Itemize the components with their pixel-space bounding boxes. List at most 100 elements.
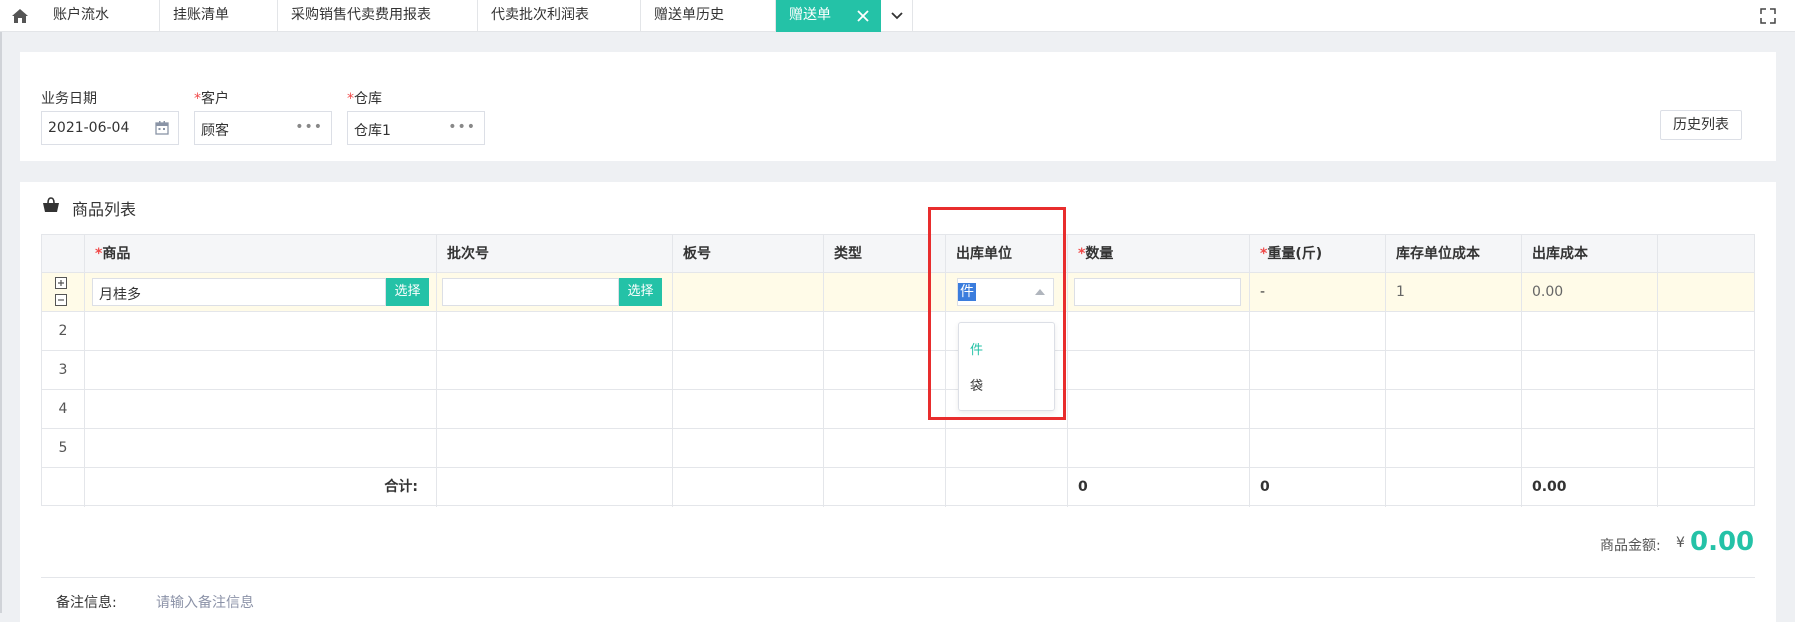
totals-weight: 0: [1250, 468, 1386, 507]
warehouse-label-text: 仓库: [354, 91, 382, 107]
totals-board: [673, 468, 824, 507]
tab-charge-list[interactable]: 挂账清单: [160, 0, 278, 32]
notes-input[interactable]: 请输入备注信息: [156, 592, 254, 612]
product-cell[interactable]: [85, 312, 437, 350]
row-number: 4: [42, 390, 85, 428]
type-cell: [824, 390, 946, 428]
table-row: 5: [42, 429, 1754, 468]
unit-select[interactable]: 件: [957, 278, 1054, 306]
out-cost-cell: [1522, 351, 1658, 389]
header-type: 类型: [824, 235, 946, 272]
chevron-down-icon: [890, 12, 903, 20]
history-list-button[interactable]: 历史列表: [1660, 110, 1742, 140]
weight-cell: [1250, 312, 1386, 350]
batch-cell[interactable]: [437, 351, 673, 389]
home-button[interactable]: [0, 0, 40, 32]
fullscreen-icon[interactable]: [1758, 6, 1778, 26]
board-cell: [673, 273, 824, 311]
board-cell: [673, 312, 824, 350]
tab-label: 代卖批次利润表: [491, 7, 589, 23]
header-unit: 出库单位: [946, 235, 1068, 272]
caret-up-icon: [1035, 289, 1045, 295]
unit-option-dai[interactable]: 袋: [970, 375, 983, 394]
product-cell[interactable]: [85, 390, 437, 428]
amount-value: 0.00: [1690, 527, 1755, 557]
header-weight: *重量(斤): [1250, 235, 1386, 272]
home-icon: [12, 9, 28, 23]
product-cell[interactable]: [85, 351, 437, 389]
totals-type: [824, 468, 946, 507]
tab-label: 赠送单历史: [654, 7, 724, 23]
table-row: 3: [42, 351, 1754, 390]
totals-qty: 0: [1068, 468, 1250, 507]
unit-dropdown: 件 袋: [958, 322, 1055, 411]
batch-cell[interactable]: [437, 390, 673, 428]
warehouse-field[interactable]: 仓库1 •••: [347, 111, 485, 145]
weight-cell: -: [1250, 273, 1386, 311]
header-out-cost: 出库成本: [1522, 235, 1658, 272]
tabs-more-button[interactable]: [881, 0, 913, 32]
order-header-panel: 业务日期 2021-06-04 *客户 顾客 ••• *仓库 仓库1 ••• 历…: [20, 52, 1776, 161]
more-dots-icon[interactable]: •••: [295, 120, 323, 134]
unit-cell: 件: [946, 273, 1068, 311]
table-row: 4: [42, 390, 1754, 429]
stock-cost-cell: [1386, 429, 1522, 467]
header-stock-cost: 库存单位成本: [1386, 235, 1522, 272]
weight-cell: [1250, 390, 1386, 428]
qty-cell[interactable]: [1068, 351, 1250, 389]
product-value: 月桂多: [99, 287, 141, 303]
product-input[interactable]: 月桂多: [92, 278, 386, 306]
qty-cell: [1068, 273, 1250, 311]
header-qty-text: 数量: [1085, 246, 1114, 262]
product-list-panel: 商品列表 *商品 批次号 板号 类型 出库单位 *数量 *重量(斤) 库存单位成…: [20, 182, 1776, 622]
required-mark: *: [347, 91, 354, 107]
batch-cell[interactable]: [437, 312, 673, 350]
tab-gift-order[interactable]: 赠送单: [776, 0, 881, 32]
table-header: *商品 批次号 板号 类型 出库单位 *数量 *重量(斤) 库存单位成本 出库成…: [42, 235, 1754, 273]
customer-field[interactable]: 顾客 •••: [194, 111, 332, 145]
out-cost-cell: [1522, 312, 1658, 350]
notes-label: 备注信息:: [56, 595, 117, 611]
date-field[interactable]: 2021-06-04: [41, 111, 179, 145]
tab-purchase-sales-report[interactable]: 采购销售代卖费用报表: [278, 0, 478, 32]
tab-batch-profit[interactable]: 代卖批次利润表: [478, 0, 641, 32]
header-product-text: 商品: [102, 246, 131, 262]
customer-value: 顾客: [201, 123, 229, 139]
warehouse-value: 仓库1: [354, 123, 391, 139]
batch-cell[interactable]: [437, 429, 673, 467]
table-row: 月桂多 选择 选择 件 - 1 0.00: [42, 273, 1754, 312]
date-value: 2021-06-04: [48, 120, 130, 136]
add-row-icon[interactable]: [55, 277, 67, 289]
stock-cost-cell: [1386, 351, 1522, 389]
qty-input[interactable]: [1074, 278, 1241, 306]
select-product-button[interactable]: 选择: [386, 278, 429, 306]
more-dots-icon[interactable]: •••: [448, 120, 476, 134]
qty-cell[interactable]: [1068, 429, 1250, 467]
totals-batch: [437, 468, 673, 507]
product-cell[interactable]: [85, 429, 437, 467]
unit-cell[interactable]: [946, 429, 1068, 467]
product-table: *商品 批次号 板号 类型 出库单位 *数量 *重量(斤) 库存单位成本 出库成…: [41, 234, 1755, 507]
required-mark: *: [194, 91, 201, 107]
divider: [41, 577, 1755, 578]
totals-row: 合计: 0 0 0.00: [42, 468, 1754, 507]
close-icon[interactable]: [855, 8, 871, 24]
tab-gift-history[interactable]: 赠送单历史: [641, 0, 776, 32]
header-board: 板号: [673, 235, 824, 272]
left-edge: [0, 0, 2, 613]
out-cost-cell: [1522, 429, 1658, 467]
qty-cell[interactable]: [1068, 390, 1250, 428]
unit-option-jian[interactable]: 件: [970, 339, 983, 358]
weight-cell: [1250, 351, 1386, 389]
batch-input[interactable]: [442, 278, 619, 306]
tab-account-flow[interactable]: 账户流水: [40, 0, 160, 32]
remove-row-icon[interactable]: [55, 294, 67, 306]
header-weight-text: 重量(斤): [1267, 246, 1323, 262]
select-batch-button[interactable]: 选择: [619, 278, 662, 306]
calendar-icon[interactable]: [154, 120, 170, 136]
header-index: [42, 235, 85, 272]
qty-cell[interactable]: [1068, 312, 1250, 350]
row-controls: [42, 273, 85, 311]
product-list-title: 商品列表: [72, 200, 137, 219]
tab-label: 采购销售代卖费用报表: [291, 7, 431, 23]
